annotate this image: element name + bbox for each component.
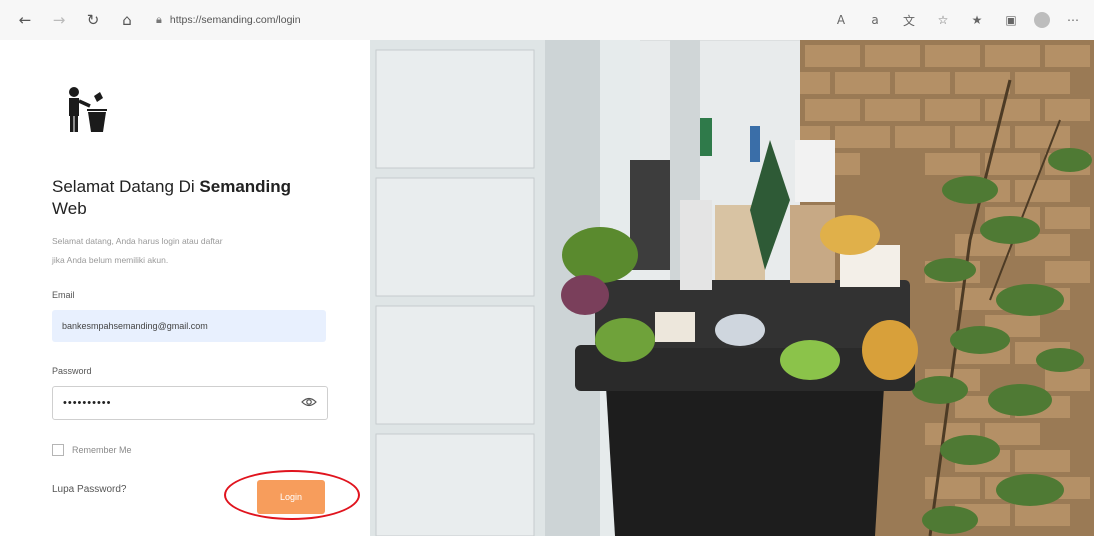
add-favorite-icon[interactable]: ☆	[932, 9, 954, 31]
email-field[interactable]: bankesmpahsemanding@gmail.com	[52, 310, 326, 342]
remember-checkbox[interactable]	[52, 444, 64, 456]
login-panel: Selamat Datang Di Semanding Web Selamat …	[0, 40, 370, 536]
welcome-heading: Selamat Datang Di Semanding Web	[52, 176, 352, 220]
forward-icon[interactable]: →	[48, 9, 70, 31]
immersive-icon[interactable]: a	[864, 9, 886, 31]
browser-nav: ← → ↻ ⌂	[14, 9, 138, 31]
back-icon[interactable]: ←	[14, 9, 36, 31]
show-password-eye-icon[interactable]	[301, 396, 317, 408]
welcome-bold: Semanding	[199, 177, 292, 196]
refresh-icon[interactable]: ↻	[82, 9, 104, 31]
email-label: Email	[52, 290, 75, 300]
welcome-suffix: Web	[52, 199, 87, 218]
browser-toolbar: ← → ↻ ⌂ 🔒︎ https://semanding.com/login A…	[0, 0, 1094, 41]
read-aloud-icon[interactable]: A	[830, 9, 852, 31]
forgot-password-link[interactable]: Lupa Password?	[52, 484, 127, 495]
login-button[interactable]: Login	[257, 480, 325, 514]
subtitle-line1: Selamat datang, Anda harus login atau da…	[52, 236, 223, 246]
browser-actions: A a 文 ☆ ★ ▣ ⋯	[830, 9, 1084, 31]
welcome-prefix: Selamat Datang Di	[52, 177, 200, 196]
more-icon[interactable]: ⋯	[1062, 9, 1084, 31]
profile-icon[interactable]	[1034, 12, 1050, 28]
password-label: Password	[52, 366, 92, 376]
collections-icon[interactable]: ▣	[1000, 9, 1022, 31]
trash-bin-photo	[370, 40, 1094, 536]
remember-me[interactable]: Remember Me	[52, 444, 132, 456]
remember-label: Remember Me	[72, 445, 132, 455]
favorites-icon[interactable]: ★	[966, 9, 988, 31]
trash-person-logo-icon	[69, 87, 107, 132]
welcome-subtitle: Selamat datang, Anda harus login atau da…	[52, 232, 342, 270]
password-value: ••••••••••	[63, 397, 112, 409]
subtitle-line2: jika Anda belum memiliki akun.	[52, 255, 169, 265]
lock-icon: 🔒︎	[156, 13, 162, 26]
url-text[interactable]: https://semanding.com/login	[170, 14, 301, 26]
email-value: bankesmpahsemanding@gmail.com	[62, 321, 208, 331]
home-icon[interactable]: ⌂	[116, 9, 138, 31]
address-bar[interactable]: 🔒︎ https://semanding.com/login	[156, 7, 756, 33]
translate-icon[interactable]: 文	[898, 9, 920, 31]
hero-photo	[370, 40, 1094, 536]
password-field[interactable]: ••••••••••	[52, 386, 328, 420]
